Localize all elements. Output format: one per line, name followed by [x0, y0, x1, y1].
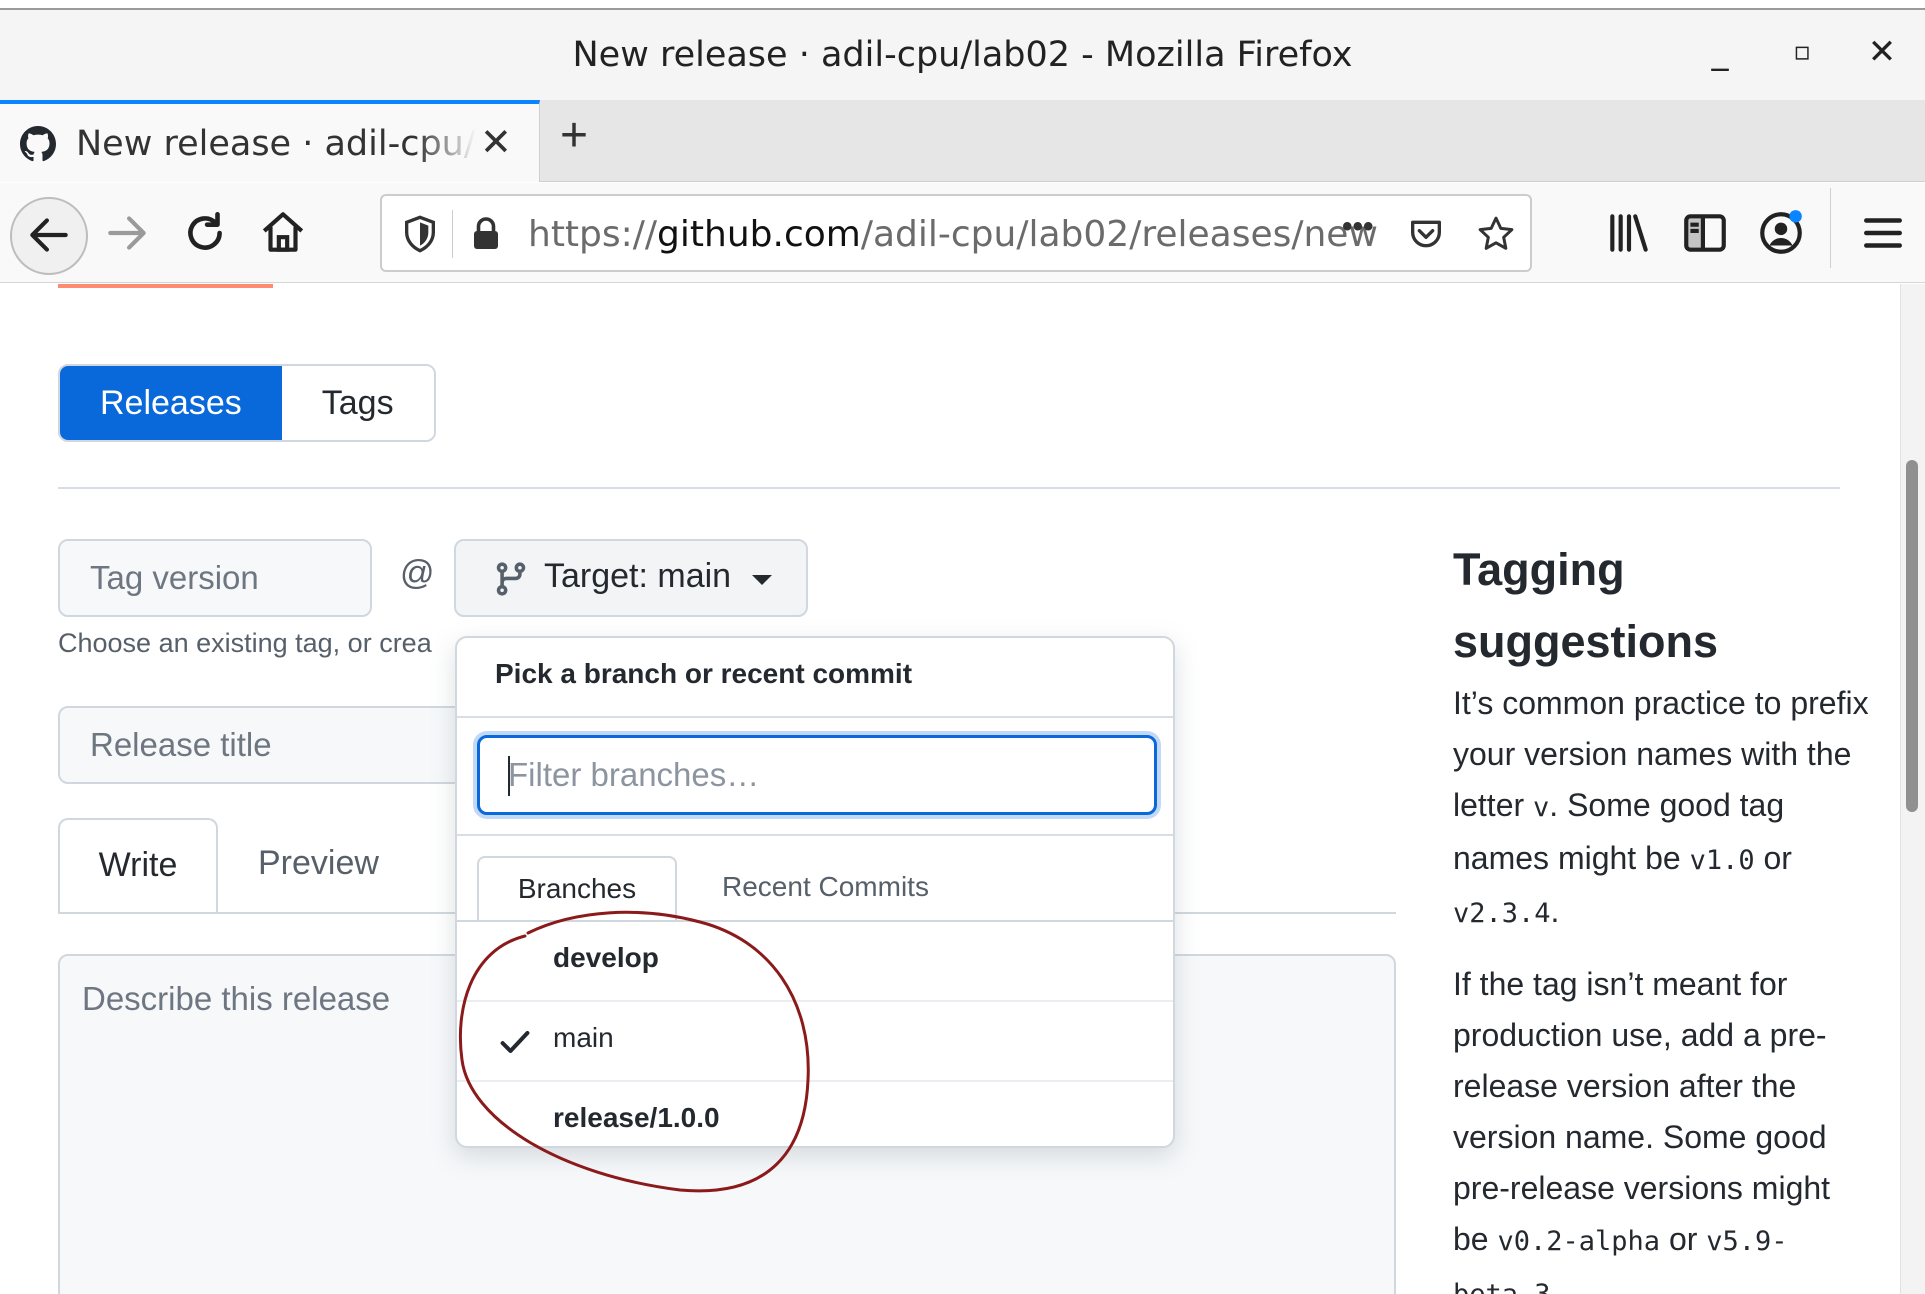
sidebar-paragraph-2: If the tag isn’t meant for production us…: [1453, 959, 1873, 1294]
text-run: or: [1660, 1221, 1707, 1257]
reload-icon[interactable]: [180, 208, 230, 258]
target-branch-button[interactable]: Target: main: [454, 539, 808, 617]
close-window-button[interactable]: ✕: [1862, 32, 1902, 72]
tab-title: New release · adil-cpu/lab02: [76, 124, 476, 164]
branch-item-main[interactable]: main: [457, 1002, 1173, 1082]
code-example: v0.2-alpha: [1497, 1226, 1661, 1257]
tags-tab[interactable]: Tags: [281, 366, 434, 440]
tab-branches[interactable]: Branches: [477, 856, 677, 920]
code-example: v2.3.4: [1453, 898, 1551, 929]
filter-branches-input[interactable]: Filter branches…: [477, 735, 1157, 815]
dropdown-title: Pick a branch or recent commit: [495, 658, 913, 689]
account-icon[interactable]: [1756, 208, 1806, 258]
releases-tags-switch: Releases Tags: [58, 364, 436, 442]
url-text[interactable]: https://github.com/adil-cpu/lab02/releas…: [528, 214, 1378, 255]
browser-tab[interactable]: New release · adil-cpu/lab02 ✕: [0, 100, 540, 182]
dropdown-separator: [457, 834, 1173, 836]
description-placeholder: Describe this release: [82, 980, 391, 1017]
page-content: Releases Tags Tag version @ Target: main…: [0, 284, 1900, 1294]
page-actions-menu-icon[interactable]: •••: [1342, 210, 1374, 244]
at-symbol: @: [400, 554, 435, 592]
dropdown-header: Pick a branch or recent commit: [457, 638, 1173, 718]
code-example: v1.0: [1689, 845, 1755, 876]
home-icon[interactable]: [258, 208, 308, 258]
back-arrow-icon: [30, 218, 68, 252]
window-title: New release · adil-cpu/lab02 - Mozilla F…: [572, 35, 1353, 75]
tab-close-icon[interactable]: ✕: [480, 120, 512, 165]
branch-picker-dropdown: Pick a branch or recent commit Filter br…: [455, 636, 1175, 1148]
text-run: If the tag isn’t meant for production us…: [1453, 966, 1831, 1257]
releases-tab[interactable]: Releases: [60, 366, 282, 440]
hamburger-menu-icon[interactable]: [1858, 208, 1908, 258]
sidebar-paragraph-1: It’s common practice to prefix your vers…: [1453, 678, 1873, 939]
target-branch-label: Target: main: [544, 557, 732, 595]
text-cursor: [508, 756, 510, 796]
tab-write[interactable]: Write: [58, 818, 218, 914]
tab-preview[interactable]: Preview: [258, 818, 379, 908]
maximize-button[interactable]: ▫: [1782, 32, 1822, 72]
url-bar[interactable]: https://github.com/adil-cpu/lab02/releas…: [380, 194, 1532, 272]
branch-item-develop[interactable]: develop: [457, 922, 1173, 1002]
minimize-button[interactable]: _: [1700, 32, 1740, 72]
tag-hint-text: Choose an existing tag, or crea: [58, 628, 432, 658]
code-v: v: [1533, 792, 1550, 823]
chevron-down-icon: [752, 575, 772, 585]
git-branch-icon: [496, 562, 526, 596]
divider: [58, 487, 1840, 489]
url-host: github.com: [657, 214, 861, 255]
nav-underline-accent: [58, 284, 273, 288]
pocket-icon[interactable]: [1406, 214, 1446, 254]
branch-label: release/1.0.0: [553, 1102, 720, 1133]
url-divider: [452, 210, 453, 258]
tag-version-input[interactable]: Tag version: [58, 539, 372, 617]
text-run: or: [1754, 840, 1792, 876]
tab-recent-commits[interactable]: Recent Commits: [722, 856, 929, 918]
branch-label: develop: [553, 942, 659, 973]
new-tab-button[interactable]: +: [560, 108, 588, 163]
filter-placeholder: Filter branches…: [508, 756, 760, 793]
shield-icon[interactable]: [400, 214, 440, 254]
check-icon: [500, 1030, 530, 1054]
sidebar-toggle-icon[interactable]: [1680, 208, 1730, 258]
branch-label: main: [553, 1022, 614, 1053]
library-icon[interactable]: [1604, 208, 1654, 258]
url-path: /adil-cpu/lab02/releases/new: [860, 214, 1378, 255]
bookmark-star-icon[interactable]: [1476, 214, 1516, 254]
github-icon: [20, 126, 56, 162]
url-prefix: https://: [528, 214, 658, 255]
window-titlebar: New release · adil-cpu/lab02 - Mozilla F…: [0, 8, 1925, 100]
browser-navbar: https://github.com/adil-cpu/lab02/releas…: [0, 183, 1925, 283]
forward-arrow-icon[interactable]: [102, 208, 152, 258]
text-run: .: [1550, 1274, 1560, 1294]
branch-item-release[interactable]: release/1.0.0: [457, 1082, 1173, 1146]
scrollbar-thumb[interactable]: [1906, 460, 1918, 812]
tagging-suggestions-sidebar: Tagging suggestions It’s common practice…: [1453, 534, 1873, 1294]
lock-icon[interactable]: [468, 214, 504, 254]
sidebar-title: Tagging suggestions: [1453, 544, 1719, 667]
toolbar-divider: [1830, 188, 1831, 268]
text-run: .: [1550, 893, 1560, 929]
browser-tabbar: New release · adil-cpu/lab02 ✕: [0, 100, 1925, 182]
